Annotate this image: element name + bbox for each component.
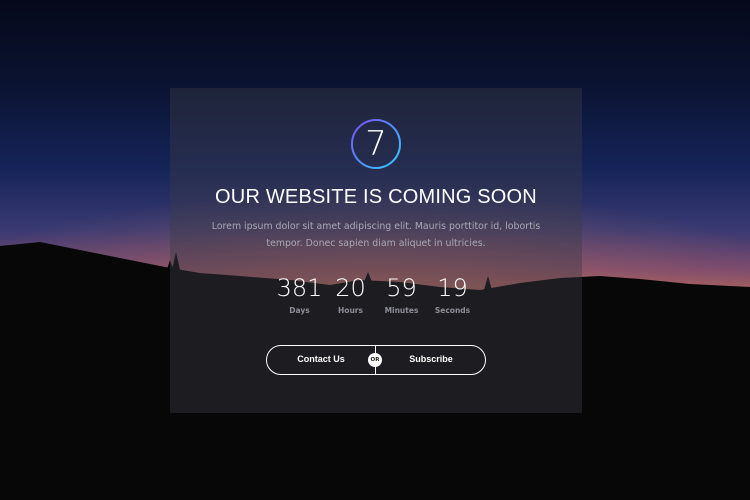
days-label: Days [289, 306, 310, 315]
seconds-label: Seconds [434, 306, 471, 315]
coming-soon-card: 7 OUR WEBSITE IS COMING SOON Lorem ipsum… [170, 88, 582, 413]
subscribe-button[interactable]: Subscribe [377, 346, 485, 373]
countdown-seconds: 19 Seconds [428, 274, 478, 315]
minutes-label: Minutes [384, 306, 419, 315]
minutes-value: 59 [386, 274, 417, 302]
hours-value: 20 [335, 274, 366, 302]
seconds-value: 19 [437, 274, 468, 302]
countdown-minutes: 59 Minutes [377, 274, 427, 315]
countdown-timer: 381 Days 20 Hours 59 Minutes 19 Seconds [170, 274, 582, 315]
logo-digit: 7 [365, 124, 387, 164]
page-title: OUR WEBSITE IS COMING SOON [215, 186, 537, 208]
countdown-days: 381 Days [275, 274, 325, 315]
days-value: 381 [276, 274, 323, 302]
or-badge: OR [368, 353, 382, 367]
description-text: Lorem ipsum dolor sit amet adipiscing el… [211, 221, 541, 249]
hours-label: Hours [338, 306, 363, 315]
countdown-hours: 20 Hours [326, 274, 376, 315]
action-button-group: Contact Us Subscribe OR [266, 345, 486, 375]
logo: 7 [350, 118, 402, 170]
contact-us-button[interactable]: Contact Us [267, 346, 375, 373]
